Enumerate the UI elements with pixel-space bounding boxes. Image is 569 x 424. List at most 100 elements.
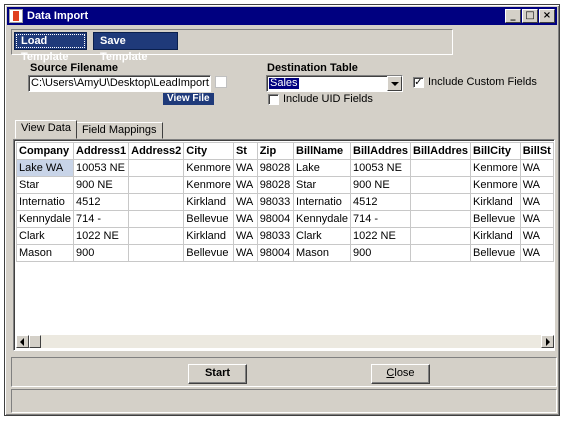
table-row[interactable]: Star 900 NE Kenmore WA 98028 Star 900 NE… xyxy=(16,176,554,194)
tab-view-data[interactable]: View Data xyxy=(15,120,77,139)
table-cell[interactable] xyxy=(410,193,472,211)
close-button[interactable]: Close xyxy=(371,364,430,384)
table-cell[interactable]: WA xyxy=(232,227,258,245)
table-cell[interactable]: Bellevue xyxy=(470,210,521,228)
include-uid-fields-checkbox[interactable]: Include UID Fields xyxy=(268,93,373,105)
close-icon[interactable]: × xyxy=(539,9,555,23)
maximize-icon[interactable]: □ xyxy=(522,9,538,23)
table-cell[interactable]: Clark xyxy=(293,227,352,245)
load-template-button[interactable]: Load Template xyxy=(14,32,87,63)
table-cell[interactable]: Kirkland xyxy=(183,193,234,211)
table-row[interactable]: Internatio 4512 Kirkland WA 98033 Intern… xyxy=(16,193,554,211)
table-cell[interactable]: Clark xyxy=(16,227,74,245)
table-cell[interactable] xyxy=(128,193,185,211)
table-cell[interactable] xyxy=(410,176,472,194)
table-cell[interactable]: Kenmore xyxy=(183,159,234,177)
table-cell[interactable]: Star xyxy=(16,176,74,194)
table-cell[interactable]: Kirkland xyxy=(183,227,234,245)
title-bar[interactable]: Data Import _ □ × xyxy=(7,7,557,25)
table-row[interactable]: Kennydale 714 - Bellevue WA 98004 Kennyd… xyxy=(16,210,554,228)
table-cell[interactable]: Lake WA xyxy=(16,159,74,177)
chevron-down-icon[interactable] xyxy=(387,76,402,91)
table-cell[interactable]: Kirkland xyxy=(470,193,521,211)
table-row[interactable]: Mason 900 Bellevue WA 98004 Mason 900 Be… xyxy=(16,244,554,262)
column-header[interactable]: BillCity xyxy=(470,142,521,160)
table-cell[interactable]: 98028 xyxy=(256,176,295,194)
minimize-icon[interactable]: _ xyxy=(505,9,521,23)
table-cell[interactable]: Kenmore xyxy=(470,176,521,194)
table-cell[interactable]: WA xyxy=(232,176,258,194)
source-filename-input[interactable]: C:\Users\AmyU\Desktop\LeadImport.xlsx xyxy=(28,75,211,92)
table-cell[interactable]: WA xyxy=(519,193,554,211)
table-cell[interactable] xyxy=(128,210,185,228)
column-header[interactable]: BillAddres xyxy=(410,142,472,160)
table-cell[interactable]: Kirkland xyxy=(470,227,521,245)
column-header[interactable]: BillAddres xyxy=(350,142,412,160)
table-cell[interactable]: 1022 NE xyxy=(350,227,412,245)
table-cell[interactable]: Internatio xyxy=(293,193,352,211)
table-cell[interactable]: WA xyxy=(519,159,554,177)
column-header[interactable]: Address1 xyxy=(72,142,130,160)
tab-field-mappings[interactable]: Field Mappings xyxy=(75,122,163,139)
table-cell[interactable]: 4512 xyxy=(72,193,130,211)
table-cell[interactable] xyxy=(128,159,185,177)
table-cell[interactable]: WA xyxy=(519,227,554,245)
column-header[interactable]: Address2 xyxy=(128,142,185,160)
table-cell[interactable]: Internatio xyxy=(16,193,74,211)
table-cell[interactable]: 98033 xyxy=(256,193,295,211)
table-cell[interactable]: Star xyxy=(293,176,352,194)
table-cell[interactable]: 10053 NE xyxy=(350,159,412,177)
table-cell[interactable]: 98004 xyxy=(256,210,295,228)
table-cell[interactable]: WA xyxy=(232,193,258,211)
table-cell[interactable]: Bellevue xyxy=(183,210,234,228)
view-file-button[interactable]: View File xyxy=(163,93,214,105)
table-cell[interactable]: Kenmore xyxy=(183,176,234,194)
save-template-button[interactable]: Save Template xyxy=(93,32,178,63)
table-cell[interactable]: 4512 xyxy=(350,193,412,211)
browse-file-box[interactable] xyxy=(215,76,227,88)
table-cell[interactable] xyxy=(410,227,472,245)
table-cell[interactable] xyxy=(128,176,185,194)
column-header[interactable]: Company xyxy=(16,142,74,160)
table-cell[interactable] xyxy=(410,210,472,228)
table-cell[interactable] xyxy=(410,244,472,262)
table-cell[interactable]: WA xyxy=(519,176,554,194)
table-cell[interactable]: WA xyxy=(519,244,554,262)
table-cell[interactable]: WA xyxy=(232,244,258,262)
table-cell[interactable] xyxy=(128,244,185,262)
table-row[interactable]: Lake WA 10053 NE Kenmore WA 98028 Lake 1… xyxy=(16,159,554,177)
column-header[interactable]: BillName xyxy=(293,142,352,160)
column-header[interactable]: Zip xyxy=(256,142,295,160)
destination-table-select[interactable]: Sales xyxy=(266,75,403,92)
table-cell[interactable]: Kennydale xyxy=(293,210,352,228)
table-cell[interactable] xyxy=(410,159,472,177)
column-header[interactable]: City xyxy=(183,142,234,160)
table-cell[interactable]: 98033 xyxy=(256,227,295,245)
scroll-left-icon[interactable] xyxy=(16,335,29,348)
table-cell[interactable]: Kenmore xyxy=(470,159,521,177)
table-cell[interactable]: 714 - xyxy=(350,210,412,228)
start-button[interactable]: Start xyxy=(188,364,247,384)
table-cell[interactable]: 900 xyxy=(350,244,412,262)
table-cell[interactable]: 714 - xyxy=(72,210,130,228)
table-cell[interactable]: WA xyxy=(232,210,258,228)
table-cell[interactable]: 900 NE xyxy=(72,176,130,194)
column-header[interactable]: St xyxy=(232,142,258,160)
table-cell[interactable]: Bellevue xyxy=(183,244,234,262)
table-cell[interactable]: Lake xyxy=(293,159,352,177)
table-cell[interactable]: 900 NE xyxy=(350,176,412,194)
table-cell[interactable]: Kennydale xyxy=(16,210,74,228)
scroll-thumb[interactable] xyxy=(29,335,41,348)
table-cell[interactable]: Bellevue xyxy=(470,244,521,262)
table-cell[interactable]: 98004 xyxy=(256,244,295,262)
table-cell[interactable]: 98028 xyxy=(256,159,295,177)
scroll-right-icon[interactable] xyxy=(541,335,554,348)
table-cell[interactable]: 10053 NE xyxy=(72,159,130,177)
table-cell[interactable]: 1022 NE xyxy=(72,227,130,245)
table-cell[interactable]: 900 xyxy=(72,244,130,262)
table-cell[interactable] xyxy=(128,227,185,245)
table-cell[interactable]: Mason xyxy=(16,244,74,262)
table-cell[interactable]: WA xyxy=(232,159,258,177)
table-row[interactable]: Clark 1022 NE Kirkland WA 98033 Clark 10… xyxy=(16,227,554,245)
table-cell[interactable]: WA xyxy=(519,210,554,228)
